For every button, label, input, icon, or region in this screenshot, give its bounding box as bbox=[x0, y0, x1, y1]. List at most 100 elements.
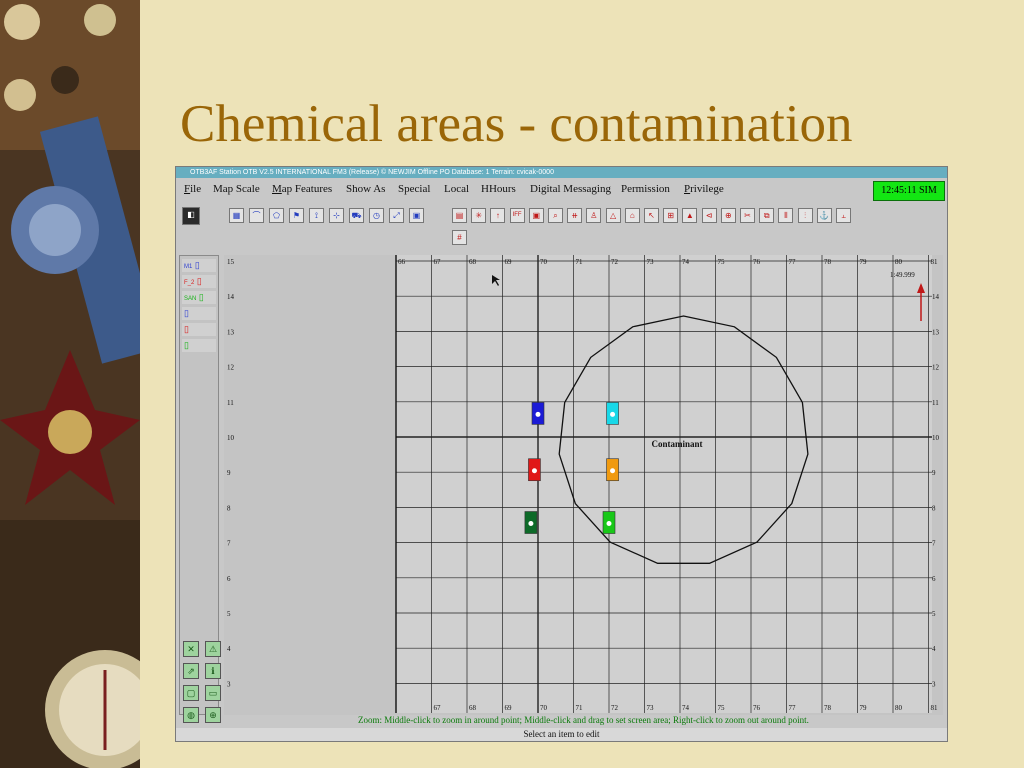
y-tick-label-left: 8 bbox=[227, 504, 231, 512]
window-titlebar[interactable]: OTB3AF Station OTB V2.5 INTERNATIONAL FM… bbox=[176, 167, 947, 178]
x-tick-label-bottom: 67 bbox=[434, 704, 442, 712]
layer-item[interactable]: ▯ bbox=[182, 323, 216, 336]
arrow-up-icon[interactable]: ↑ bbox=[490, 208, 506, 223]
layer-symbol-icon: ▯ bbox=[192, 260, 200, 270]
info-tool-icon[interactable]: ℹ bbox=[205, 663, 221, 679]
direct-fire-icon[interactable]: ⊲ bbox=[701, 208, 717, 223]
decorative-medal-image bbox=[0, 0, 140, 768]
measure-icon[interactable]: ⤢ bbox=[389, 208, 404, 223]
menu-local[interactable]: Local bbox=[444, 183, 469, 195]
x-tick-label-top: 67 bbox=[434, 258, 442, 266]
y-tick-label-left: 5 bbox=[227, 610, 231, 618]
menu-map-features[interactable]: Map Features bbox=[272, 183, 332, 195]
blue-unit-icon[interactable] bbox=[531, 402, 545, 425]
barrier-icon[interactable]: ⫶ bbox=[797, 208, 813, 223]
orange-unit-icon[interactable] bbox=[606, 458, 619, 482]
layer-tool-icon[interactable]: ▢ bbox=[183, 685, 199, 701]
x-tick-label-top: 69 bbox=[505, 258, 513, 266]
grid-icon[interactable]: ▦ bbox=[229, 208, 244, 223]
layer-item[interactable]: ▯ bbox=[182, 307, 216, 320]
explosion-icon[interactable]: ✳ bbox=[471, 208, 487, 223]
rope-icon[interactable]: ⫠ bbox=[836, 208, 851, 223]
route-icon[interactable]: ⟟ bbox=[309, 208, 324, 223]
y-tick-label-left: 15 bbox=[227, 258, 235, 266]
anchor-icon[interactable]: ⚓ bbox=[816, 208, 832, 223]
y-tick-label-left: 12 bbox=[227, 364, 235, 372]
y-tick-label-right: 8 bbox=[932, 504, 936, 512]
obstacle-icon[interactable]: ⊞ bbox=[663, 208, 679, 223]
layer-symbol-icon: ▯ bbox=[194, 276, 202, 286]
y-tick-label-right: 4 bbox=[932, 645, 936, 653]
warning-tool-icon[interactable]: ⚠ bbox=[205, 641, 221, 657]
layer-item[interactable]: M1 ▯ bbox=[182, 259, 216, 272]
red-unit-icon[interactable] bbox=[528, 458, 541, 482]
zoom-icon[interactable]: ⌕ bbox=[548, 208, 563, 223]
x-tick-label-bottom: 72 bbox=[611, 704, 619, 712]
menu-map-scale[interactable]: Map Scale bbox=[213, 183, 260, 195]
select-tool-icon[interactable]: ◧ bbox=[182, 207, 200, 225]
flag-icon[interactable]: ⚑ bbox=[289, 208, 304, 223]
layer-symbol-icon: ▯ bbox=[184, 308, 189, 318]
x-tick-label-bottom: 80 bbox=[895, 704, 903, 712]
x-tick-label-bottom: 77 bbox=[789, 704, 797, 712]
x-tick-label-top: 80 bbox=[895, 258, 903, 266]
layer-item[interactable]: SAN ▯ bbox=[182, 291, 216, 304]
map-canvas[interactable]: 66 67676868696970707171727273737474757576… bbox=[224, 255, 943, 715]
x-tick-label-bottom: 69 bbox=[505, 704, 513, 712]
line-icon[interactable]: ⌒ bbox=[249, 208, 264, 223]
triangle-icon[interactable]: △ bbox=[605, 208, 621, 223]
bridge-icon[interactable]: ⧺ bbox=[567, 208, 583, 223]
copy-icon[interactable]: ⧉ bbox=[759, 208, 775, 223]
cut-icon[interactable]: ✂ bbox=[740, 208, 755, 223]
menu-digital-messaging[interactable]: Digital Messaging bbox=[530, 183, 611, 195]
target-tool-icon[interactable]: ⊕ bbox=[205, 707, 221, 723]
y-tick-label-left: 3 bbox=[227, 680, 231, 688]
menu-special[interactable]: Special bbox=[398, 183, 430, 195]
menu-hhours[interactable]: HHours bbox=[481, 183, 516, 195]
link-tool-icon[interactable]: ⇗ bbox=[183, 663, 199, 679]
menu-permission[interactable]: Permission bbox=[621, 183, 670, 195]
x-tick-label-bottom: 81 bbox=[931, 704, 939, 712]
minefield-icon[interactable]: ⫴ bbox=[778, 208, 794, 223]
y-tick-label-left: 6 bbox=[227, 575, 231, 583]
target-icon[interactable]: ▣ bbox=[528, 208, 544, 223]
layer-item[interactable]: ▯ bbox=[182, 339, 216, 352]
y-tick-label-left: 11 bbox=[227, 399, 234, 407]
x-tick-label-bottom: 76 bbox=[753, 704, 761, 712]
building-icon[interactable]: ⌂ bbox=[624, 208, 640, 223]
x-tick-label-bottom: 73 bbox=[647, 704, 655, 712]
polygon-icon[interactable]: ⬠ bbox=[269, 208, 284, 223]
frame-tool-icon[interactable]: ▭ bbox=[205, 685, 221, 701]
unit-icon[interactable]: ▤ bbox=[452, 208, 467, 223]
green-unit-icon[interactable] bbox=[602, 511, 616, 534]
menu-privilege[interactable]: Privilege bbox=[684, 183, 724, 195]
hash-icon[interactable]: # bbox=[452, 230, 467, 245]
cancel-tool-icon[interactable]: ✕ bbox=[183, 641, 199, 657]
iff-icon[interactable]: IFF bbox=[509, 208, 525, 223]
window-icon[interactable]: ▣ bbox=[409, 208, 424, 223]
x-tick-label-bottom: 74 bbox=[682, 704, 690, 712]
map-area[interactable]: 66 67 67 68 68 69 69 70 70 71 71 72 72 73 73 74 74 75 75 76… bbox=[224, 255, 943, 715]
y-tick-label-right: 12 bbox=[932, 364, 940, 372]
radar-tool-icon[interactable]: ◍ bbox=[183, 707, 199, 723]
crosshair-icon[interactable]: ⊕ bbox=[720, 208, 736, 223]
point-icon[interactable]: ⊹ bbox=[329, 208, 344, 223]
x-tick-label-bottom: 78 bbox=[824, 704, 832, 712]
clock-icon[interactable]: ◷ bbox=[369, 208, 384, 223]
mine-icon[interactable]: ▲ bbox=[682, 208, 698, 223]
app-window: OTB3AF Station OTB V2.5 INTERNATIONAL FM… bbox=[175, 166, 948, 742]
y-tick-label-left: 10 bbox=[227, 434, 235, 442]
x-tick-label-top: 81 bbox=[931, 258, 939, 266]
layer-item[interactable]: F_2 ▯ bbox=[182, 275, 216, 288]
vehicle-icon[interactable]: ⛟ bbox=[349, 208, 364, 223]
menu-show-as[interactable]: Show As bbox=[346, 183, 385, 195]
menu-bar: File Map Scale Map Features Show As Special L… bbox=[176, 179, 947, 199]
shovel-icon[interactable]: ↖ bbox=[644, 208, 659, 223]
menu-file[interactable]: File bbox=[184, 183, 201, 195]
x-tick-label-top: 70 bbox=[540, 258, 548, 266]
corner-time: 1:49.999 bbox=[890, 271, 915, 279]
darkgreen-unit-icon[interactable] bbox=[524, 511, 538, 534]
bell-icon[interactable]: ♙ bbox=[586, 208, 602, 223]
cyan-unit-icon[interactable] bbox=[606, 402, 619, 425]
y-tick-label-right: 5 bbox=[932, 610, 936, 618]
